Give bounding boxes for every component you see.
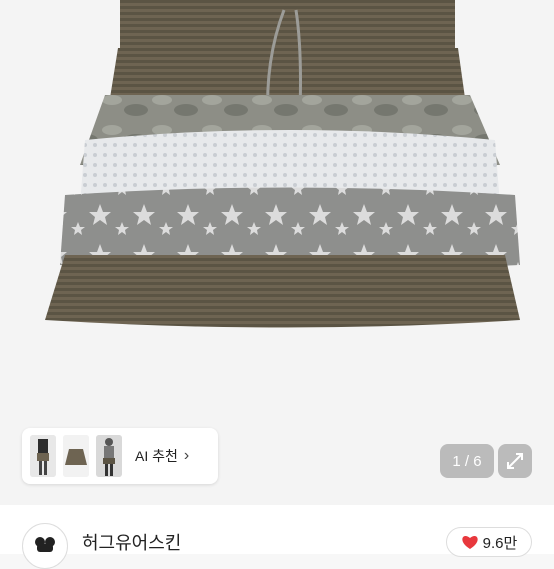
shop-bar: 허그유어스킨 9.6만 [0,505,554,569]
heart-icon [462,536,478,549]
shop-avatar[interactable] [22,523,68,569]
expand-button[interactable] [498,444,532,478]
ai-recommend-bar[interactable]: AI 추천 › [22,428,218,484]
image-page-counter: 1 / 6 [440,444,494,478]
like-button[interactable]: 9.6만 [446,527,532,557]
expand-icon [507,453,523,469]
like-count: 9.6만 [482,534,518,552]
thumbnail-outfit[interactable] [30,435,56,477]
shop-logo-icon [35,537,55,552]
ai-recommend-label: AI 추천 [135,448,178,464]
shop-name[interactable]: 허그유어스킨 [82,529,181,555]
chevron-right-icon: › [183,447,190,464]
thumbnail-model[interactable] [96,435,122,477]
thumbnail-skirt[interactable] [63,435,89,477]
